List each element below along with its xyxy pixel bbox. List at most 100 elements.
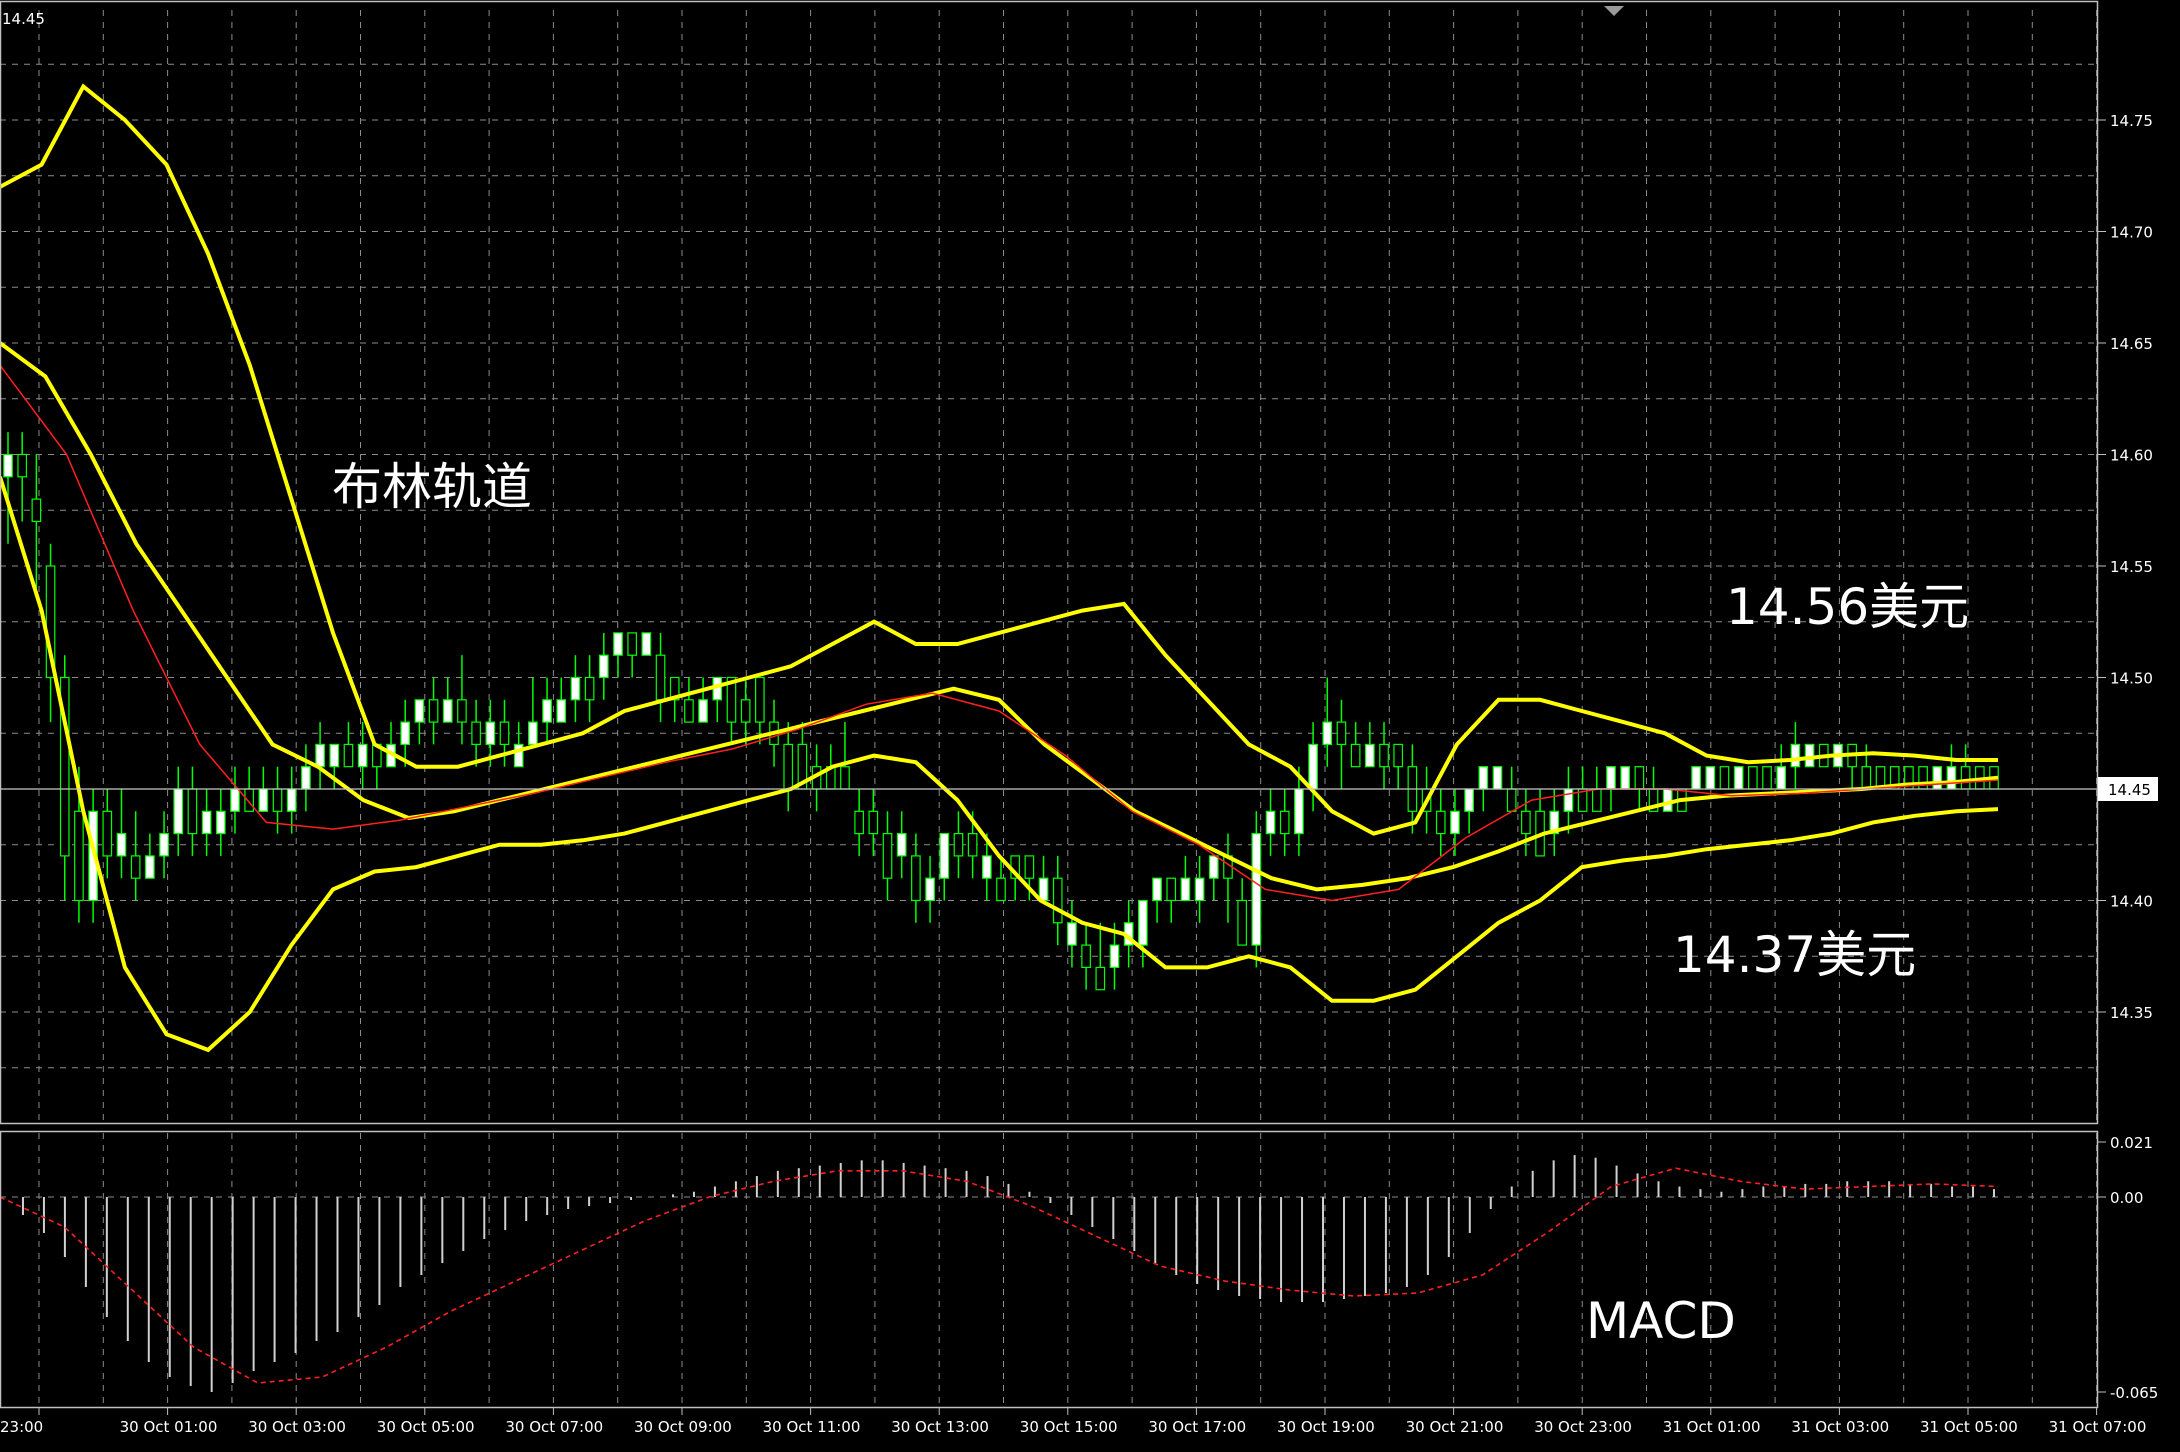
candle-bullish [1705, 766, 1716, 790]
candle-bullish [542, 699, 552, 723]
candle-bullish [1492, 766, 1503, 790]
time-tick-label: 30 Oct 23:00 [1534, 1418, 1632, 1436]
time-tick-label: 30 Oct 09:00 [634, 1418, 732, 1436]
candle-bullish [1478, 766, 1489, 790]
macd-tick-label: 0.021 [2110, 1134, 2153, 1152]
candle-bearish [1960, 766, 1971, 790]
price-tick-label: 14.55 [2110, 558, 2153, 576]
candle-bullish [896, 832, 907, 857]
bollinger-annotation: 布林轨道 [332, 458, 532, 516]
time-tick-label: 30 Oct 01:00 [120, 1418, 218, 1436]
time-tick-label: 30 Oct 13:00 [891, 1418, 989, 1436]
time-tick-label: 31 Oct 03:00 [1791, 1418, 1889, 1436]
time-tick-label: 30 Oct 05:00 [377, 1418, 475, 1436]
candle-bearish [1435, 810, 1446, 835]
candle-bearish [471, 721, 481, 745]
candle-bullish [1464, 788, 1474, 812]
time-tick-label: 31 Oct 07:00 [2049, 1418, 2147, 1436]
candle-bullish [1251, 832, 1262, 946]
macd-annotation: MACD [1586, 1292, 1736, 1350]
candle-bullish [116, 832, 127, 857]
candle-bearish [187, 788, 198, 835]
candle-bullish [1038, 877, 1049, 902]
price-tick-label: 14.75 [2110, 112, 2153, 130]
candle-bullish [1138, 899, 1148, 946]
candle-bullish [1194, 877, 1205, 902]
candle-bearish [1521, 810, 1531, 835]
candle-bullish [1790, 743, 1801, 768]
candle-bullish [1152, 877, 1162, 902]
candle-bearish [1166, 877, 1177, 902]
candle-bullish [301, 766, 311, 790]
candle-bearish [1719, 766, 1730, 790]
candle-bearish [343, 743, 354, 768]
corner-price-label: 14.45 [2, 10, 45, 28]
candle-bearish [1081, 944, 1091, 968]
candle-bullish [230, 788, 240, 812]
macd-tick-label: 0.00 [2110, 1189, 2143, 1207]
candle-bearish [1052, 877, 1063, 924]
candle-bullish [3, 453, 13, 478]
candle-bearish [1095, 966, 1106, 991]
candle-bearish [584, 676, 595, 701]
candle-bullish [598, 654, 609, 679]
candle-bullish [570, 676, 581, 701]
candle-bearish [996, 877, 1006, 902]
candle-bullish [1606, 766, 1616, 790]
upper-price-annotation: 14.56美元 [1726, 578, 1969, 636]
candle-bullish [485, 721, 496, 745]
candle-bullish [329, 743, 340, 768]
candle-bearish [1336, 721, 1347, 745]
candle-bullish [315, 743, 325, 768]
candle-bearish [244, 788, 254, 812]
price-tick-label: 14.40 [2110, 893, 2153, 911]
candle-bullish [939, 832, 950, 879]
candle-bearish [1393, 743, 1404, 768]
candle-bullish [556, 699, 567, 723]
candle-bearish [953, 832, 964, 857]
candle-bullish [173, 788, 184, 835]
candle-bullish [145, 855, 155, 879]
candle-bullish [1322, 721, 1333, 745]
candle-bullish [613, 632, 623, 656]
candle-bearish [1279, 810, 1290, 835]
candle-bearish [499, 721, 510, 745]
candle-bearish [1762, 766, 1772, 790]
time-tick-label: 31 Oct 05:00 [1920, 1418, 2018, 1436]
candle-bullish [1563, 788, 1574, 812]
candle-bullish [1109, 944, 1120, 968]
candle-bullish [1691, 766, 1701, 790]
candle-bullish [1067, 922, 1077, 946]
candle-bearish [457, 699, 467, 723]
candle-bullish [1365, 743, 1375, 768]
current-price-label: 14.45 [2108, 781, 2151, 799]
candle-bullish [286, 788, 297, 812]
macd-tick-label: -0.065 [2110, 1384, 2158, 1402]
candle-bearish [882, 832, 893, 879]
candle-bullish [1946, 766, 1957, 790]
candle-bullish [1733, 766, 1744, 790]
candle-bullish [641, 632, 652, 656]
time-tick-label: 30 Oct 17:00 [1148, 1418, 1246, 1436]
candle-bearish [755, 676, 765, 723]
candle-bearish [1506, 788, 1517, 812]
candle-bearish [1350, 743, 1361, 768]
candle-bearish [1591, 788, 1602, 812]
candle-bullish [1620, 766, 1630, 790]
time-tick-label: 23:00 [0, 1418, 43, 1436]
candle-bearish [272, 788, 283, 812]
candle-bullish [414, 699, 425, 723]
price-tick-label: 14.35 [2110, 1004, 2153, 1022]
candle-bullish [258, 788, 269, 812]
price-tick-label: 14.70 [2110, 224, 2153, 242]
candle-bearish [1379, 743, 1389, 768]
forex-chart: 14.75 14.70 14.65 14.60 14.55 14.50 14.40 14.35… [0, 0, 2180, 1452]
candle-bearish [868, 810, 879, 835]
candle-bullish [1932, 766, 1943, 790]
candle-bullish [1776, 766, 1787, 790]
candle-bearish [840, 766, 850, 790]
candle-bearish [1237, 899, 1247, 946]
candle-bearish [1748, 766, 1758, 790]
candle-bullish [528, 721, 538, 745]
candle-bullish [1804, 743, 1815, 768]
